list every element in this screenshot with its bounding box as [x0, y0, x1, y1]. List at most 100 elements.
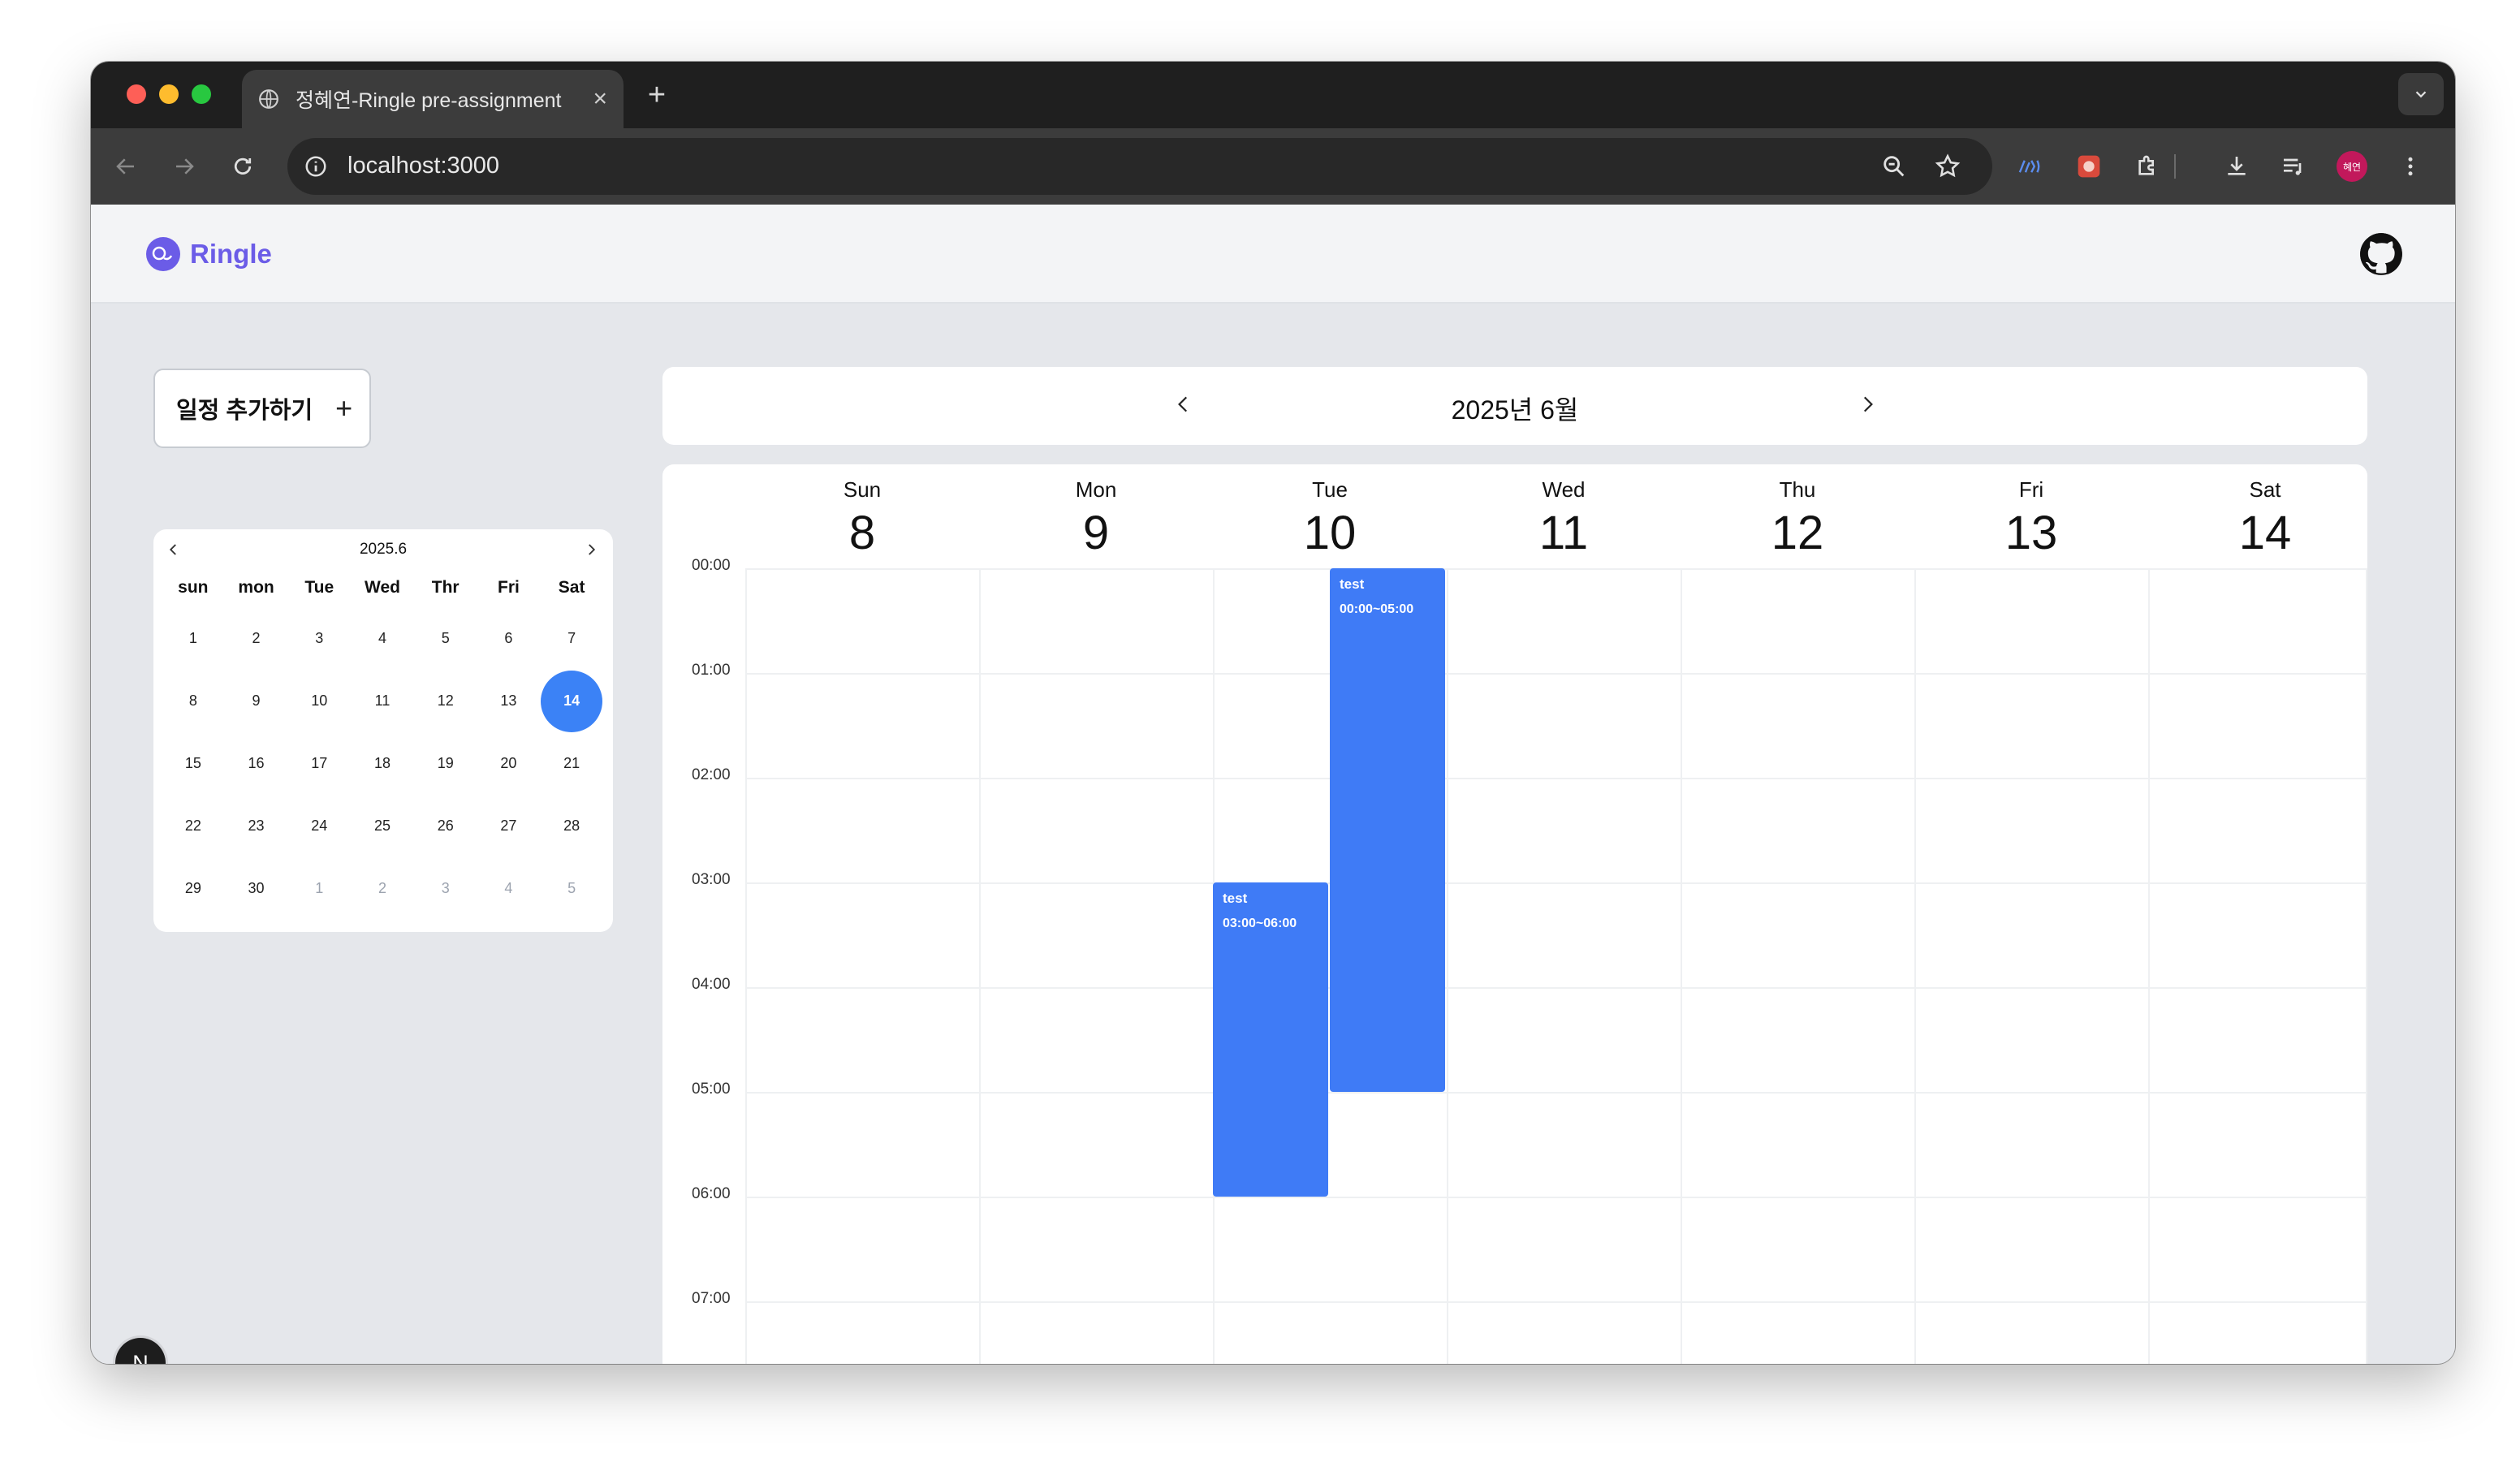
calendar-event[interactable]: test 03:00~06:00 — [1213, 882, 1328, 1197]
day-header: Mon 9 — [979, 464, 1213, 568]
mini-weekday-header: mon — [238, 578, 274, 597]
profile-button[interactable]: 혜연 — [2333, 148, 2371, 185]
mini-day-label: 1 — [188, 630, 197, 646]
day-header: Fri 13 — [1914, 464, 2148, 568]
add-event-button[interactable]: 일정 추가하기 + — [153, 369, 371, 448]
mini-day[interactable]: 6 — [477, 607, 541, 670]
mini-day[interactable]: 3 — [287, 607, 351, 670]
day-column-divider — [2148, 568, 2150, 1364]
extension-app-button[interactable] — [2070, 148, 2108, 185]
mini-day[interactable]: 16 — [225, 732, 288, 795]
mini-day[interactable]: 2 — [351, 857, 414, 920]
mini-day-label: 20 — [500, 755, 517, 771]
mini-day[interactable]: 3 — [414, 857, 477, 920]
maximize-window-button[interactable] — [192, 84, 211, 104]
page-content: Ringle 일정 추가하기 + 2025.6 sun mon Tue Wed Thr F… — [91, 205, 2455, 1364]
mini-day[interactable]: 17 — [287, 732, 351, 795]
forward-arrow-icon — [176, 158, 194, 175]
day-header-date: 12 — [1771, 507, 1824, 559]
close-window-button[interactable] — [127, 84, 146, 104]
hour-label: 06:00 — [692, 1185, 731, 1202]
mini-day[interactable]: 5 — [414, 607, 477, 670]
red-app-icon — [2078, 155, 2100, 178]
address-bar[interactable]: localhost:3000 — [287, 138, 1992, 195]
extensions-button[interactable] — [2129, 148, 2166, 185]
media-controls-button[interactable] — [2275, 148, 2312, 185]
minimize-window-button[interactable] — [159, 84, 179, 104]
forward-button[interactable] — [166, 148, 203, 185]
mini-day-label: 24 — [311, 817, 328, 834]
hour-label: 04:00 — [692, 976, 731, 993]
browser-tab[interactable]: 정혜연-Ringle pre-assignment × — [242, 70, 624, 128]
bookmark-star-icon[interactable] — [1934, 153, 1961, 180]
mini-day[interactable]: 15 — [162, 732, 225, 795]
tab-strip: 정혜연-Ringle pre-assignment × + — [91, 62, 2455, 128]
mini-day[interactable]: 27 — [477, 795, 541, 857]
mini-day[interactable]: 4 — [351, 607, 414, 670]
mini-day-label: 22 — [184, 817, 201, 834]
mini-day[interactable]: 19 — [414, 732, 477, 795]
mini-next-month-button[interactable] — [579, 537, 603, 562]
reload-button[interactable] — [224, 148, 261, 185]
browser-window: 정혜연-Ringle pre-assignment × + localhost:… — [91, 62, 2455, 1364]
new-tab-button[interactable]: + — [636, 75, 677, 115]
mini-day-selected[interactable]: 14 — [540, 670, 603, 732]
day-header: Sun 8 — [745, 464, 979, 568]
brand-name: Ringle — [190, 239, 272, 269]
mini-day-label: 10 — [311, 692, 328, 709]
mini-day[interactable]: 12 — [414, 670, 477, 732]
mini-day[interactable]: 13 — [477, 670, 541, 732]
extension-wave-button[interactable] — [2012, 148, 2049, 185]
tab-close-icon[interactable]: × — [593, 87, 607, 111]
event-title: test — [1340, 576, 1365, 592]
day-column-divider — [1681, 568, 1682, 1364]
mini-day[interactable]: 21 — [540, 732, 603, 795]
mini-day-label: 17 — [311, 755, 328, 771]
mini-calendar-grid: sun mon Tue Wed Thr Fri Sat 1 2 3 4 5 6 7 8 9 10 11 12 13 14… — [162, 575, 603, 920]
mini-day[interactable]: 20 — [477, 732, 541, 795]
hour-label: 07:00 — [692, 1290, 731, 1307]
mini-day[interactable]: 5 — [540, 857, 603, 920]
mini-day[interactable]: 22 — [162, 795, 225, 857]
back-arrow-icon — [116, 158, 134, 175]
mini-day-label: 8 — [188, 692, 197, 709]
mini-day[interactable]: 2 — [225, 607, 288, 670]
day-header: Sat 14 — [2148, 464, 2367, 568]
day-header: Thu 12 — [1681, 464, 1914, 568]
mini-day[interactable]: 26 — [414, 795, 477, 857]
next-week-button[interactable] — [1849, 386, 1885, 422]
mini-day[interactable]: 4 — [477, 857, 541, 920]
mini-day[interactable]: 18 — [351, 732, 414, 795]
mini-weekday-header: Thr — [431, 578, 460, 597]
mini-day[interactable]: 7 — [540, 607, 603, 670]
day-header-weekday: Fri — [2018, 477, 2044, 502]
mini-day[interactable]: 30 — [225, 857, 288, 920]
week-grid: Sun 8 Mon 9 Tue 10 Wed 11 Thu 12 Fri 13 Sat 14 00:00 01… — [662, 464, 2367, 1364]
github-icon[interactable] — [2359, 232, 2403, 276]
mini-day[interactable]: 23 — [225, 795, 288, 857]
mini-day[interactable]: 8 — [162, 670, 225, 732]
site-info-icon[interactable] — [304, 154, 328, 179]
browser-menu-button[interactable] — [2392, 148, 2429, 185]
brand[interactable]: Ringle — [146, 237, 272, 271]
downloads-button[interactable] — [2218, 148, 2255, 185]
mini-day[interactable]: 29 — [162, 857, 225, 920]
tab-search-button[interactable] — [2398, 73, 2444, 115]
mini-day[interactable]: 9 — [225, 670, 288, 732]
mini-day[interactable]: 28 — [540, 795, 603, 857]
url-text[interactable]: localhost:3000 — [347, 153, 499, 179]
zoom-icon[interactable] — [1880, 153, 1908, 180]
hour-label: 03:00 — [692, 871, 731, 888]
mini-day[interactable]: 1 — [287, 857, 351, 920]
mini-day-label: 28 — [563, 817, 580, 834]
dev-indicator-badge[interactable]: N — [115, 1338, 166, 1364]
mini-day[interactable]: 24 — [287, 795, 351, 857]
mini-day[interactable]: 11 — [351, 670, 414, 732]
calendar-event[interactable]: test 00:00~05:00 — [1330, 568, 1445, 1092]
mini-day[interactable]: 10 — [287, 670, 351, 732]
mini-day[interactable]: 25 — [351, 795, 414, 857]
back-button[interactable] — [107, 148, 145, 185]
mini-day-label: 21 — [563, 755, 580, 771]
day-header-weekday: Tue — [1312, 477, 1348, 502]
mini-day[interactable]: 1 — [162, 607, 225, 670]
